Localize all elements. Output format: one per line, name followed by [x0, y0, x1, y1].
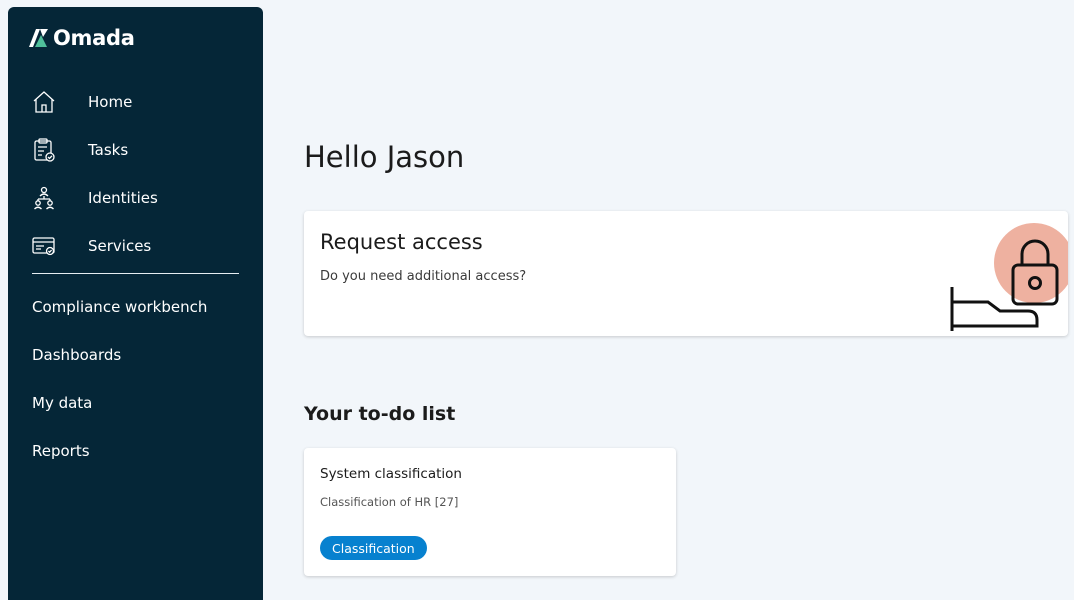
lock-icon — [950, 239, 1059, 331]
todo-card-subtitle: Classification of HR [27] — [320, 495, 459, 509]
page-greeting: Hello Jason — [304, 140, 465, 174]
secondary-nav: Compliance workbench Dashboards My data … — [8, 283, 263, 475]
sidebar-item-compliance-workbench[interactable]: Compliance workbench — [8, 283, 263, 331]
services-icon — [32, 237, 55, 256]
sidebar: Omada Home Tasks Identities Services Com… — [8, 7, 263, 600]
org-chart-icon — [34, 186, 54, 210]
sidebar-item-home[interactable]: Home — [8, 78, 263, 126]
request-access-card[interactable]: Request access Do you need additional ac… — [304, 211, 1068, 336]
omada-logo-mark-icon — [29, 29, 48, 47]
request-access-subtitle: Do you need additional access? — [320, 269, 527, 284]
sidebar-item-identities[interactable]: Identities — [8, 174, 263, 222]
sidebar-item-label: Tasks — [88, 141, 129, 159]
classification-badge[interactable]: Classification — [320, 536, 427, 560]
todo-list-heading: Your to-do list — [304, 403, 456, 425]
sidebar-item-reports[interactable]: Reports — [8, 427, 263, 475]
sidebar-item-label: Home — [88, 93, 133, 111]
sidebar-item-services[interactable]: Services — [8, 222, 263, 270]
sidebar-item-tasks[interactable]: Tasks — [8, 126, 263, 174]
primary-nav: Home Tasks Identities Services — [8, 78, 263, 270]
todo-card-system-classification[interactable]: System classification Classification of … — [304, 448, 676, 576]
sidebar-item-my-data[interactable]: My data — [8, 379, 263, 427]
sidebar-item-dashboards[interactable]: Dashboards — [8, 331, 263, 379]
omada-logo[interactable]: Omada — [27, 24, 135, 52]
sidebar-item-label: Services — [88, 237, 152, 255]
sidebar-item-label: Identities — [88, 189, 158, 207]
sidebar-divider — [32, 273, 239, 274]
home-icon — [33, 91, 55, 113]
brand-name: Omada — [53, 26, 135, 50]
todo-card-title: System classification — [320, 466, 462, 482]
request-access-title: Request access — [320, 230, 483, 254]
clipboard-icon — [34, 138, 55, 162]
